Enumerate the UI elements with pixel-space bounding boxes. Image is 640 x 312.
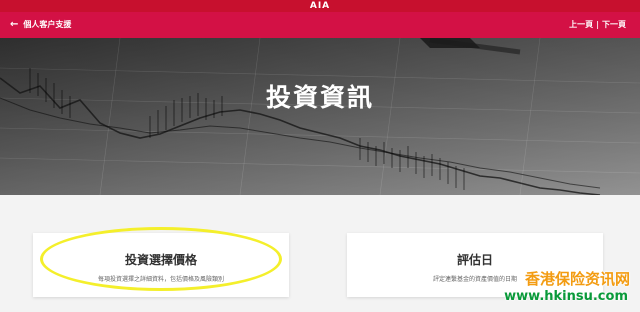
watermark-text: 香港保险资讯网 xyxy=(524,270,630,288)
nav-bar: ← 個人客户支援 上一頁 | 下一頁 xyxy=(0,12,640,38)
brand-bar: AIA xyxy=(0,0,640,12)
pager: 上一頁 | 下一頁 xyxy=(569,12,626,38)
card-description: 每項投資選擇之詳細資料，包括價格及風險類別 xyxy=(97,276,224,283)
arrow-left-icon: ← xyxy=(10,19,19,30)
card-title: 投資選擇價格 xyxy=(124,253,197,267)
brand-title: AIA xyxy=(309,1,331,11)
prev-page-link[interactable]: 上一頁 xyxy=(569,12,593,38)
back-label: 個人客户支援 xyxy=(23,20,72,29)
page-title: 投資資訊 xyxy=(265,83,374,112)
card-title: 評估日 xyxy=(456,253,493,267)
pager-separator: | xyxy=(596,20,599,29)
hero-banner: 投資資訊 xyxy=(0,38,640,195)
watermark-url: www.hkinsu.com xyxy=(504,289,628,304)
next-page-link[interactable]: 下一頁 xyxy=(602,12,626,38)
stock-chart-background xyxy=(0,38,640,195)
back-link[interactable]: ← 個人客户支援 xyxy=(10,12,71,38)
card-investment-choice-prices[interactable]: 投資選擇價格 每項投資選擇之詳細資料，包括價格及風險類別 xyxy=(33,233,289,297)
